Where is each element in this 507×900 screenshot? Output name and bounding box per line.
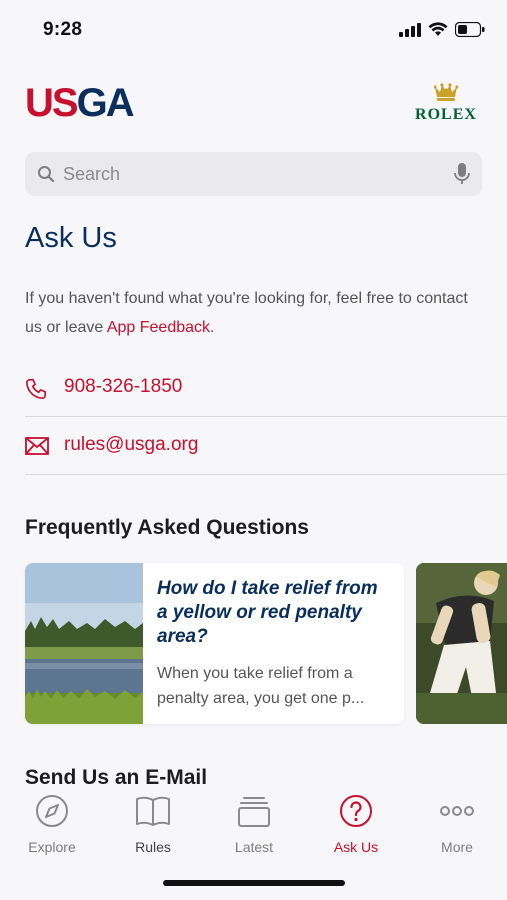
faq-image-golfer <box>416 563 507 724</box>
header: USGA ROLEX <box>0 80 507 128</box>
tab-rules-label: Rules <box>135 839 171 855</box>
intro-text: If you haven't found what you're looking… <box>25 284 485 342</box>
faq-image-golf-pond <box>25 563 143 724</box>
search-icon <box>38 166 55 183</box>
email-contact-row[interactable]: rules@usga.org <box>0 418 507 476</box>
phone-contact-row[interactable]: 908-326-1850 <box>0 360 507 418</box>
status-icons <box>399 22 485 37</box>
faq-question: How do I take relief from a yellow or re… <box>157 578 378 647</box>
divider <box>25 474 507 475</box>
more-icon <box>440 806 474 816</box>
faq-card[interactable]: How do I take relief from a yellow or re… <box>25 563 404 724</box>
crown-icon <box>433 83 459 101</box>
mail-icon <box>25 437 49 455</box>
tab-more[interactable]: More <box>417 794 497 855</box>
faq-card-next[interactable] <box>416 563 507 724</box>
faq-answer-preview: When you take relief from a penalty area… <box>157 665 365 707</box>
book-icon <box>136 796 170 826</box>
wifi-icon <box>428 22 448 36</box>
tab-latest-label: Latest <box>234 839 274 855</box>
page-title: Ask Us <box>25 222 117 254</box>
rolex-logo[interactable]: ROLEX <box>410 83 482 124</box>
tab-explore-label: Explore <box>28 839 76 855</box>
phone-number[interactable]: 908-326-1850 <box>64 376 182 398</box>
status-time: 9:28 <box>43 19 83 40</box>
tab-explore[interactable]: Explore <box>12 794 92 855</box>
status-bar: 9:28 <box>0 0 507 58</box>
tab-more-label: More <box>441 839 473 855</box>
usga-logo[interactable]: USGA <box>25 81 135 125</box>
microphone-icon[interactable] <box>454 162 470 186</box>
search-input[interactable] <box>63 152 433 196</box>
app-feedback-link[interactable]: App Feedback <box>107 319 210 336</box>
tab-ask-us[interactable]: Ask Us <box>316 794 396 855</box>
stack-icon <box>238 797 270 827</box>
email-address[interactable]: rules@usga.org <box>64 434 198 456</box>
intro-end: . <box>210 319 215 336</box>
intro-body: If you haven't found what you're looking… <box>25 290 468 336</box>
compass-icon <box>36 795 68 827</box>
search-bar[interactable] <box>25 152 482 196</box>
usga-logo-ga: GA <box>76 81 135 125</box>
tab-rules[interactable]: Rules <box>113 794 193 855</box>
home-indicator[interactable] <box>163 880 345 886</box>
phone-icon <box>26 379 46 399</box>
tab-ask-us-label: Ask Us <box>333 839 379 855</box>
rolex-wordmark: ROLEX <box>415 106 477 123</box>
faq-title: Frequently Asked Questions <box>25 516 309 539</box>
tab-latest[interactable]: Latest <box>214 794 294 855</box>
question-icon <box>340 795 372 827</box>
divider <box>25 416 507 417</box>
battery-icon <box>455 22 485 37</box>
usga-logo-us: US <box>25 81 79 125</box>
signal-icon <box>399 22 421 37</box>
